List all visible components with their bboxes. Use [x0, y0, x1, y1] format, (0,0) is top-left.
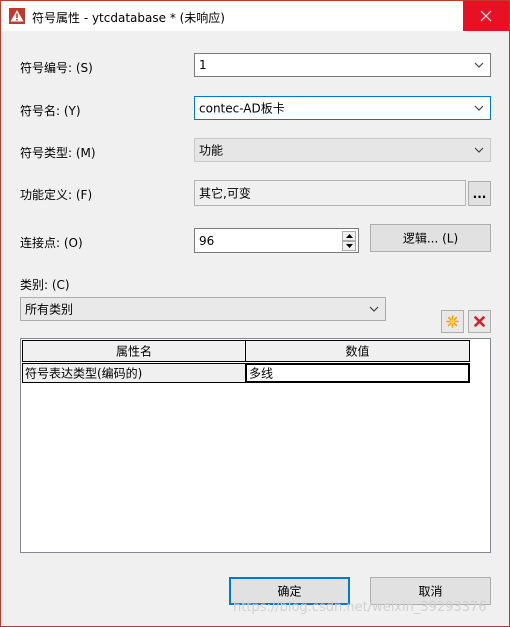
- symbol-number-value: 1: [199, 58, 207, 72]
- grid-header-property-name[interactable]: 属性名: [22, 340, 246, 362]
- chevron-down-icon: [474, 147, 484, 153]
- function-definition-field[interactable]: 其它,可变: [194, 180, 466, 206]
- category-label: 类别: (C): [20, 278, 70, 292]
- property-value-text: 多线: [249, 366, 274, 381]
- chevron-down-icon: [474, 105, 484, 111]
- warning-triangle-icon: [9, 8, 25, 24]
- symbol-type-label: 符号类型: (M): [20, 146, 96, 160]
- symbol-name-combo[interactable]: contec-AD板卡: [194, 96, 491, 120]
- spin-down-button[interactable]: [342, 241, 356, 251]
- symbol-number-combo[interactable]: 1: [194, 53, 491, 77]
- logic-button[interactable]: 逻辑... (L): [370, 224, 491, 252]
- grid-header-label: 属性名: [115, 344, 152, 359]
- chevron-down-icon: [474, 62, 484, 68]
- close-icon: [480, 10, 492, 22]
- cancel-button-label: 取消: [418, 584, 443, 599]
- window-title: 符号属性 - ytcdatabase * (未响应): [32, 11, 225, 25]
- function-definition-label: 功能定义: (F): [20, 188, 93, 202]
- symbol-name-value: contec-AD板卡: [199, 101, 285, 116]
- new-property-button[interactable]: [441, 310, 464, 333]
- browse-button-label: ...: [472, 186, 487, 201]
- symbol-type-value: 功能: [199, 143, 224, 158]
- grid-header-value[interactable]: 数值: [245, 340, 470, 362]
- property-name-text: 符号表达类型(编码的): [25, 366, 143, 381]
- property-grid[interactable]: 属性名 数值 符号表达类型(编码的) 多线: [20, 338, 491, 553]
- connection-points-value: 96: [199, 233, 215, 248]
- symbol-number-label: 符号编号: (S): [20, 61, 93, 75]
- connection-points-spinbox[interactable]: 96: [194, 228, 359, 253]
- grid-header-label: 数值: [345, 344, 370, 359]
- category-value: 所有类别: [25, 302, 74, 317]
- symbol-properties-dialog: 符号属性 - ytcdatabase * (未响应) 符号编号: (S) 1 符…: [0, 0, 510, 627]
- category-combo[interactable]: 所有类别: [20, 297, 386, 321]
- close-button[interactable]: [463, 1, 509, 31]
- logic-button-label: 逻辑... (L): [402, 231, 459, 246]
- spin-up-button[interactable]: [342, 231, 356, 241]
- delete-x-icon: [474, 316, 485, 327]
- symbol-type-combo[interactable]: 功能: [194, 138, 491, 162]
- ok-button-label: 确定: [277, 584, 302, 599]
- arrow-down-icon: [346, 244, 353, 248]
- grid-cell-property-name[interactable]: 符号表达类型(编码的): [22, 363, 246, 383]
- watermark: https://blog.csdn.net/weixin_39293376: [233, 600, 487, 615]
- new-star-icon: [446, 315, 459, 328]
- grid-cell-property-value[interactable]: 多线: [245, 363, 470, 383]
- function-definition-browse-button[interactable]: ...: [468, 181, 491, 206]
- title-bar[interactable]: 符号属性 - ytcdatabase * (未响应): [1, 1, 509, 31]
- connection-points-label: 连接点: (O): [20, 236, 83, 250]
- chevron-down-icon: [369, 306, 379, 312]
- delete-property-button[interactable]: [468, 310, 491, 333]
- symbol-name-label: 符号名: (Y): [20, 104, 81, 118]
- arrow-up-icon: [346, 234, 353, 238]
- function-definition-value: 其它,可变: [199, 186, 251, 201]
